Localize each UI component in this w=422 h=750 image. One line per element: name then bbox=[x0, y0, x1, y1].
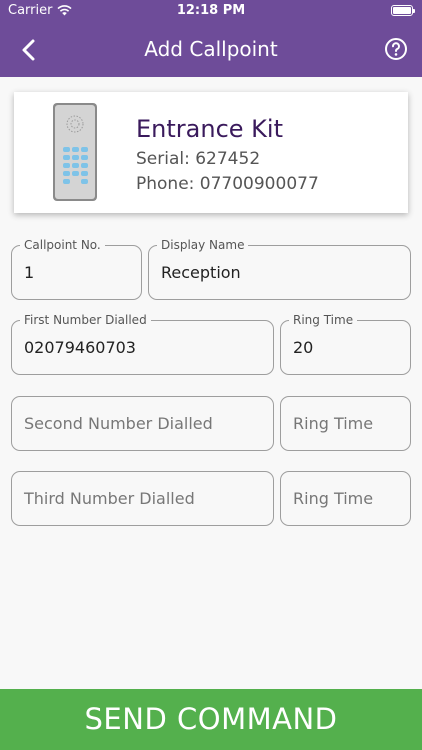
ring-time-1-value: 20 bbox=[293, 338, 314, 357]
first-number-value: 02079460703 bbox=[24, 338, 136, 357]
clock: 12:18 PM bbox=[176, 3, 246, 18]
callpoint-number-field[interactable]: Callpoint No. 1 bbox=[11, 238, 142, 300]
send-command-button[interactable]: SEND COMMAND bbox=[0, 689, 422, 750]
ring-time-1-field[interactable]: Ring Time 20 bbox=[280, 313, 411, 375]
third-number-placeholder: Third Number Dialled bbox=[24, 489, 195, 508]
second-number-placeholder: Second Number Dialled bbox=[24, 414, 213, 433]
page-title: Add Callpoint bbox=[144, 37, 278, 61]
ring-time-2-field[interactable]: Ring Time bbox=[280, 396, 411, 451]
second-number-field[interactable]: Second Number Dialled bbox=[11, 396, 274, 451]
display-name-value: Reception bbox=[161, 263, 241, 282]
battery-icon bbox=[391, 5, 415, 16]
display-name-label: Display Name bbox=[157, 238, 249, 252]
status-bar: Carrier 12:18 PM bbox=[0, 0, 422, 22]
ring-time-1-label: Ring Time bbox=[289, 313, 358, 327]
device-card: Entrance Kit Serial: 627452 Phone: 07700… bbox=[14, 92, 408, 213]
question-circle-icon[interactable] bbox=[384, 37, 408, 61]
third-number-field[interactable]: Third Number Dialled bbox=[11, 471, 274, 526]
ring-time-3-field[interactable]: Ring Time bbox=[280, 471, 411, 526]
first-number-field[interactable]: First Number Dialled 02079460703 bbox=[11, 313, 274, 375]
device-phone: Phone: 07700900077 bbox=[136, 174, 319, 194]
display-name-field[interactable]: Display Name Reception bbox=[148, 238, 411, 300]
intercom-panel-image bbox=[53, 103, 97, 201]
ring-time-2-placeholder: Ring Time bbox=[293, 414, 374, 433]
callpoint-number-label: Callpoint No. bbox=[20, 238, 105, 252]
first-number-label: First Number Dialled bbox=[20, 313, 151, 327]
device-name: Entrance Kit bbox=[136, 115, 283, 143]
device-serial: Serial: 627452 bbox=[136, 149, 261, 169]
ring-time-3-placeholder: Ring Time bbox=[293, 489, 374, 508]
callpoint-number-value: 1 bbox=[24, 263, 35, 282]
app-header: Carrier 12:18 PM Add Callpoint bbox=[0, 0, 422, 77]
